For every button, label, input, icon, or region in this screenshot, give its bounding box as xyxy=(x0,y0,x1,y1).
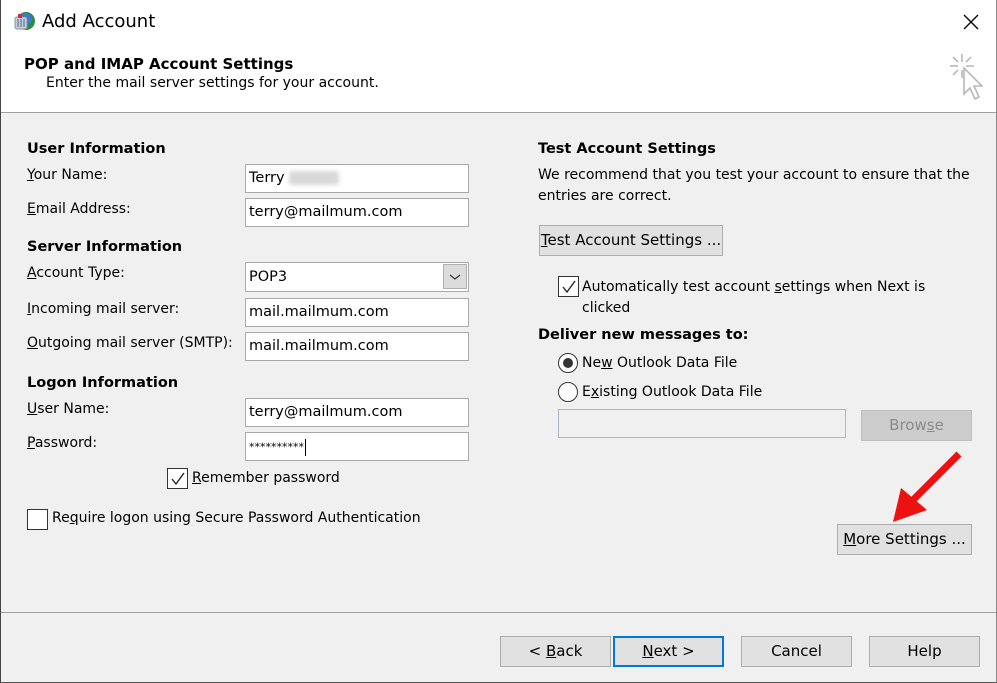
account-type-label: Account Type: xyxy=(27,265,125,281)
user-name-field[interactable]: terry@mailmum.com xyxy=(245,398,469,427)
chevron-down-icon xyxy=(449,274,461,280)
password-label: Password: xyxy=(27,435,97,451)
more-settings-button[interactable]: More Settings ... xyxy=(837,524,972,555)
footer-divider xyxy=(1,612,996,613)
next-rest: ext > xyxy=(653,642,695,660)
outgoing-label-accesskey: O xyxy=(27,335,39,351)
test-description-line1: We recommend that you test your account … xyxy=(538,167,970,183)
auto-test-line2: clicked xyxy=(582,300,631,316)
spa-text-pre: Re xyxy=(52,510,70,526)
existing-pre: E xyxy=(582,384,591,400)
browse-rest: e xyxy=(934,416,944,434)
help-button[interactable]: Help xyxy=(869,636,980,667)
test-button-accesskey: T xyxy=(540,231,548,249)
logon-information-heading: Logon Information xyxy=(27,375,179,391)
new-file-accesskey: w xyxy=(601,355,613,371)
account-type-dropdown-button[interactable] xyxy=(443,264,467,289)
your-name-label-accesskey: Y xyxy=(27,167,34,183)
account-type-select[interactable]: POP3 xyxy=(245,262,469,292)
back-rest: ack xyxy=(556,642,583,660)
checkmark-icon xyxy=(562,280,576,294)
email-label-text: mail Address: xyxy=(35,201,131,217)
red-arrow-annotation xyxy=(893,451,962,522)
existing-data-file-path-field[interactable] xyxy=(558,409,846,438)
new-file-pre: Ne xyxy=(582,355,602,371)
spa-text-rest: uire logon using Secure Password Authent… xyxy=(78,510,421,526)
existing-data-file-label[interactable]: Existing Outlook Data File xyxy=(582,384,762,400)
test-account-heading: Test Account Settings xyxy=(538,141,716,157)
existing-rest: isting Outlook Data File xyxy=(599,384,763,400)
email-address-field[interactable]: terry@mailmum.com xyxy=(245,198,469,227)
new-data-file-radio[interactable] xyxy=(558,353,578,373)
outgoing-label-text: utgoing mail server (SMTP): xyxy=(38,335,233,351)
auto-test-checkbox[interactable] xyxy=(558,276,579,297)
account-type-label-accesskey: A xyxy=(27,265,37,281)
password-label-text: assword: xyxy=(34,435,98,451)
password-field[interactable]: ********** xyxy=(245,432,469,461)
incoming-server-label: Incoming mail server: xyxy=(27,301,179,317)
remember-password-label[interactable]: Remember password xyxy=(192,470,340,486)
test-description-line2: entries are correct. xyxy=(538,188,672,204)
auto-test-pre: Automatically test account xyxy=(582,279,775,295)
user-information-heading: User Information xyxy=(27,141,166,157)
browse-pre: Brow xyxy=(889,416,927,434)
existing-data-file-radio[interactable] xyxy=(558,382,578,402)
cancel-button[interactable]: Cancel xyxy=(741,636,852,667)
email-label-accesskey: E xyxy=(27,201,36,217)
sparkle-cursor-icon xyxy=(950,54,983,101)
user-name-label: User Name: xyxy=(27,401,109,417)
more-settings-text: ore Settings ... xyxy=(856,530,966,548)
incoming-label-text: ncoming mail server: xyxy=(31,301,180,317)
back-accesskey: B xyxy=(545,642,557,660)
auto-test-accesskey: s xyxy=(774,279,782,295)
dialog-header: Add Account POP and IMAP Account Setting… xyxy=(1,0,996,113)
remember-accesskey: R xyxy=(192,470,202,486)
remember-password-checkbox[interactable] xyxy=(167,468,188,489)
spa-checkbox[interactable] xyxy=(27,509,48,530)
spa-accesskey: q xyxy=(69,510,79,526)
incoming-server-field[interactable]: mail.mailmum.com xyxy=(245,298,469,327)
browse-button[interactable]: Browse xyxy=(861,410,972,441)
text-caret xyxy=(305,439,306,456)
outgoing-server-label: Outgoing mail server (SMTP): xyxy=(27,335,233,351)
next-button[interactable]: Next > xyxy=(613,636,724,667)
password-label-accesskey: P xyxy=(27,435,35,451)
user-name-label-accesskey: U xyxy=(27,401,38,417)
redacted-surname xyxy=(288,171,339,185)
test-account-settings-button[interactable]: Test Account Settings ... xyxy=(539,225,723,256)
remember-text: emember password xyxy=(201,470,340,486)
browse-accesskey: s xyxy=(926,416,935,434)
close-icon[interactable] xyxy=(959,10,983,34)
window-title: Add Account xyxy=(42,11,156,32)
add-account-dialog: Add Account POP and IMAP Account Setting… xyxy=(0,0,997,683)
spa-label[interactable]: Require logon using Secure Password Auth… xyxy=(52,510,421,526)
your-name-label: Your Name: xyxy=(27,167,107,183)
checkmark-icon xyxy=(171,472,185,486)
password-value: ********** xyxy=(249,440,304,454)
server-information-heading: Server Information xyxy=(27,239,183,255)
radio-selected-dot xyxy=(563,358,573,368)
page-subtitle: Enter the mail server settings for your … xyxy=(46,75,379,91)
your-name-field[interactable]: Terry xyxy=(245,164,469,193)
new-data-file-label[interactable]: New Outlook Data File xyxy=(582,355,737,371)
next-accesskey: N xyxy=(642,642,654,660)
deliver-heading: Deliver new messages to: xyxy=(538,327,749,343)
outlook-account-icon xyxy=(14,12,35,30)
your-name-value: Terry xyxy=(249,170,285,186)
test-button-text: est Account Settings ... xyxy=(547,231,722,249)
existing-accesskey: x xyxy=(590,384,600,400)
your-name-label-text: our Name: xyxy=(33,167,108,183)
more-settings-accesskey: M xyxy=(843,530,857,548)
auto-test-rest: ettings when Next is xyxy=(781,279,926,295)
account-type-label-text: ccount Type: xyxy=(36,265,125,281)
back-pre: < xyxy=(528,642,546,660)
user-name-label-text: ser Name: xyxy=(37,401,110,417)
auto-test-label[interactable]: Automatically test account settings when… xyxy=(582,277,925,319)
email-address-label: Email Address: xyxy=(27,201,131,217)
outgoing-server-field[interactable]: mail.mailmum.com xyxy=(245,332,469,361)
account-type-value: POP3 xyxy=(249,269,288,285)
new-file-rest: Outlook Data File xyxy=(612,355,738,371)
page-title: POP and IMAP Account Settings xyxy=(24,55,294,73)
back-button[interactable]: < Back xyxy=(500,636,611,667)
